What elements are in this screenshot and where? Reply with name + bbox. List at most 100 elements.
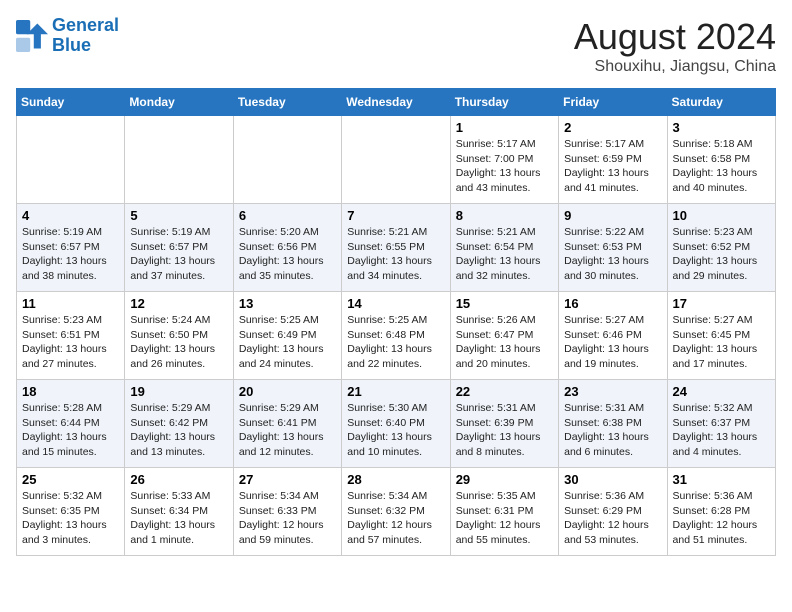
calendar-cell: 17Sunrise: 5:27 AM Sunset: 6:45 PM Dayli… bbox=[667, 292, 775, 380]
cell-content: Sunrise: 5:20 AM Sunset: 6:56 PM Dayligh… bbox=[239, 225, 336, 284]
day-number: 17 bbox=[673, 296, 770, 311]
calendar-cell: 14 Sunrise: 5:25 AM Sunset: 6:48 PM Dayli… bbox=[342, 292, 450, 380]
cell-content: Sunrise: 5:36 AM Sunset: 6:28 PM Dayligh… bbox=[673, 489, 770, 548]
day-header-wednesday: Wednesday bbox=[342, 89, 450, 116]
cell-content: Sunrise: 5:21 AM Sunset: 6:54 PM Dayligh… bbox=[456, 225, 553, 284]
cell-content: Sunrise: 5:35 AM Sunset: 6:31 PM Dayligh… bbox=[456, 489, 553, 548]
day-number: 9 bbox=[564, 208, 661, 223]
calendar-cell: 23 Sunrise: 5:31 AM Sunset: 6:38 PM Dayli… bbox=[559, 380, 667, 468]
week-row-5: 25 Sunrise: 5:32 AM Sunset: 6:35 PM Dayli… bbox=[17, 468, 776, 556]
logo: General Blue bbox=[16, 16, 119, 56]
page-subtitle: Shouxihu, Jiangsu, China bbox=[574, 58, 776, 76]
calendar-cell: 31 Sunrise: 5:36 AM Sunset: 6:28 PM Dayli… bbox=[667, 468, 775, 556]
days-header-row: SundayMondayTuesdayWednesdayThursdayFrid… bbox=[17, 89, 776, 116]
cell-content: Sunrise: 5:31 AM Sunset: 6:38 PM Dayligh… bbox=[564, 401, 661, 460]
cell-content: Sunrise: 5:34 AM Sunset: 6:33 PM Dayligh… bbox=[239, 489, 336, 548]
day-header-saturday: Saturday bbox=[667, 89, 775, 116]
calendar-cell: 29 Sunrise: 5:35 AM Sunset: 6:31 PM Dayli… bbox=[450, 468, 558, 556]
calendar-cell: 30 Sunrise: 5:36 AM Sunset: 6:29 PM Dayli… bbox=[559, 468, 667, 556]
day-number: 30 bbox=[564, 472, 661, 487]
calendar-cell: 28 Sunrise: 5:34 AM Sunset: 6:32 PM Dayli… bbox=[342, 468, 450, 556]
day-number: 1 bbox=[456, 120, 553, 135]
cell-content: Sunrise: 5:34 AM Sunset: 6:32 PM Dayligh… bbox=[347, 489, 444, 548]
day-header-friday: Friday bbox=[559, 89, 667, 116]
calendar-cell: 26 Sunrise: 5:33 AM Sunset: 6:34 PM Dayli… bbox=[125, 468, 233, 556]
calendar-cell bbox=[342, 116, 450, 204]
week-row-3: 11 Sunrise: 5:23 AM Sunset: 6:51 PM Dayli… bbox=[17, 292, 776, 380]
calendar-cell: 3Sunrise: 5:18 AM Sunset: 6:58 PM Daylig… bbox=[667, 116, 775, 204]
day-header-sunday: Sunday bbox=[17, 89, 125, 116]
calendar-cell: 22Sunrise: 5:31 AM Sunset: 6:39 PM Dayli… bbox=[450, 380, 558, 468]
cell-content: Sunrise: 5:25 AM Sunset: 6:48 PM Dayligh… bbox=[347, 313, 444, 372]
cell-content: Sunrise: 5:17 AM Sunset: 7:00 PM Dayligh… bbox=[456, 137, 553, 196]
day-number: 24 bbox=[673, 384, 770, 399]
day-number: 27 bbox=[239, 472, 336, 487]
calendar-cell: 4Sunrise: 5:19 AM Sunset: 6:57 PM Daylig… bbox=[17, 204, 125, 292]
page-title: August 2024 bbox=[574, 16, 776, 58]
cell-content: Sunrise: 5:19 AM Sunset: 6:57 PM Dayligh… bbox=[130, 225, 227, 284]
logo-line2: Blue bbox=[52, 35, 91, 55]
calendar-table: SundayMondayTuesdayWednesdayThursdayFrid… bbox=[16, 88, 776, 556]
cell-content: Sunrise: 5:27 AM Sunset: 6:46 PM Dayligh… bbox=[564, 313, 661, 372]
day-number: 22 bbox=[456, 384, 553, 399]
calendar-cell: 12Sunrise: 5:24 AM Sunset: 6:50 PM Dayli… bbox=[125, 292, 233, 380]
calendar-cell: 15 Sunrise: 5:26 AM Sunset: 6:47 PM Dayli… bbox=[450, 292, 558, 380]
cell-content: Sunrise: 5:29 AM Sunset: 6:42 PM Dayligh… bbox=[130, 401, 227, 460]
calendar-cell: 2Sunrise: 5:17 AM Sunset: 6:59 PM Daylig… bbox=[559, 116, 667, 204]
day-number: 26 bbox=[130, 472, 227, 487]
day-number: 31 bbox=[673, 472, 770, 487]
cell-content: Sunrise: 5:21 AM Sunset: 6:55 PM Dayligh… bbox=[347, 225, 444, 284]
logo-icon bbox=[16, 20, 48, 52]
cell-content: Sunrise: 5:23 AM Sunset: 6:51 PM Dayligh… bbox=[22, 313, 119, 372]
calendar-cell bbox=[233, 116, 341, 204]
cell-content: Sunrise: 5:36 AM Sunset: 6:29 PM Dayligh… bbox=[564, 489, 661, 548]
cell-content: Sunrise: 5:22 AM Sunset: 6:53 PM Dayligh… bbox=[564, 225, 661, 284]
calendar-cell: 5 Sunrise: 5:19 AM Sunset: 6:57 PM Daylig… bbox=[125, 204, 233, 292]
calendar-cell: 24 Sunrise: 5:32 AM Sunset: 6:37 PM Dayli… bbox=[667, 380, 775, 468]
calendar-cell: 18Sunrise: 5:28 AM Sunset: 6:44 PM Dayli… bbox=[17, 380, 125, 468]
day-number: 16 bbox=[564, 296, 661, 311]
calendar-cell: 6 Sunrise: 5:20 AM Sunset: 6:56 PM Daylig… bbox=[233, 204, 341, 292]
week-row-2: 4Sunrise: 5:19 AM Sunset: 6:57 PM Daylig… bbox=[17, 204, 776, 292]
cell-content: Sunrise: 5:19 AM Sunset: 6:57 PM Dayligh… bbox=[22, 225, 119, 284]
day-number: 29 bbox=[456, 472, 553, 487]
day-number: 28 bbox=[347, 472, 444, 487]
day-number: 8 bbox=[456, 208, 553, 223]
day-number: 6 bbox=[239, 208, 336, 223]
cell-content: Sunrise: 5:33 AM Sunset: 6:34 PM Dayligh… bbox=[130, 489, 227, 548]
calendar-cell: 20Sunrise: 5:29 AM Sunset: 6:41 PM Dayli… bbox=[233, 380, 341, 468]
day-number: 3 bbox=[673, 120, 770, 135]
day-number: 23 bbox=[564, 384, 661, 399]
day-number: 15 bbox=[456, 296, 553, 311]
calendar-cell: 13 Sunrise: 5:25 AM Sunset: 6:49 PM Dayli… bbox=[233, 292, 341, 380]
day-number: 19 bbox=[130, 384, 227, 399]
day-number: 7 bbox=[347, 208, 444, 223]
cell-content: Sunrise: 5:26 AM Sunset: 6:47 PM Dayligh… bbox=[456, 313, 553, 372]
week-row-1: 1 Sunrise: 5:17 AM Sunset: 7:00 PM Daylig… bbox=[17, 116, 776, 204]
day-number: 20 bbox=[239, 384, 336, 399]
logo-line1: General bbox=[52, 15, 119, 35]
cell-content: Sunrise: 5:25 AM Sunset: 6:49 PM Dayligh… bbox=[239, 313, 336, 372]
calendar-cell: 8 Sunrise: 5:21 AM Sunset: 6:54 PM Daylig… bbox=[450, 204, 558, 292]
day-number: 14 bbox=[347, 296, 444, 311]
day-number: 25 bbox=[22, 472, 119, 487]
page-header: General Blue August 2024 Shouxihu, Jiang… bbox=[16, 16, 776, 76]
calendar-cell: 27 Sunrise: 5:34 AM Sunset: 6:33 PM Dayli… bbox=[233, 468, 341, 556]
title-block: August 2024 Shouxihu, Jiangsu, China bbox=[574, 16, 776, 76]
day-number: 21 bbox=[347, 384, 444, 399]
day-number: 2 bbox=[564, 120, 661, 135]
cell-content: Sunrise: 5:32 AM Sunset: 6:35 PM Dayligh… bbox=[22, 489, 119, 548]
calendar-cell bbox=[125, 116, 233, 204]
cell-content: Sunrise: 5:30 AM Sunset: 6:40 PM Dayligh… bbox=[347, 401, 444, 460]
cell-content: Sunrise: 5:32 AM Sunset: 6:37 PM Dayligh… bbox=[673, 401, 770, 460]
calendar-cell: 11 Sunrise: 5:23 AM Sunset: 6:51 PM Dayli… bbox=[17, 292, 125, 380]
calendar-cell: 21 Sunrise: 5:30 AM Sunset: 6:40 PM Dayli… bbox=[342, 380, 450, 468]
week-row-4: 18Sunrise: 5:28 AM Sunset: 6:44 PM Dayli… bbox=[17, 380, 776, 468]
day-header-thursday: Thursday bbox=[450, 89, 558, 116]
calendar-cell: 7 Sunrise: 5:21 AM Sunset: 6:55 PM Daylig… bbox=[342, 204, 450, 292]
day-number: 13 bbox=[239, 296, 336, 311]
day-number: 5 bbox=[130, 208, 227, 223]
day-number: 12 bbox=[130, 296, 227, 311]
day-number: 11 bbox=[22, 296, 119, 311]
logo-text: General Blue bbox=[52, 16, 119, 56]
